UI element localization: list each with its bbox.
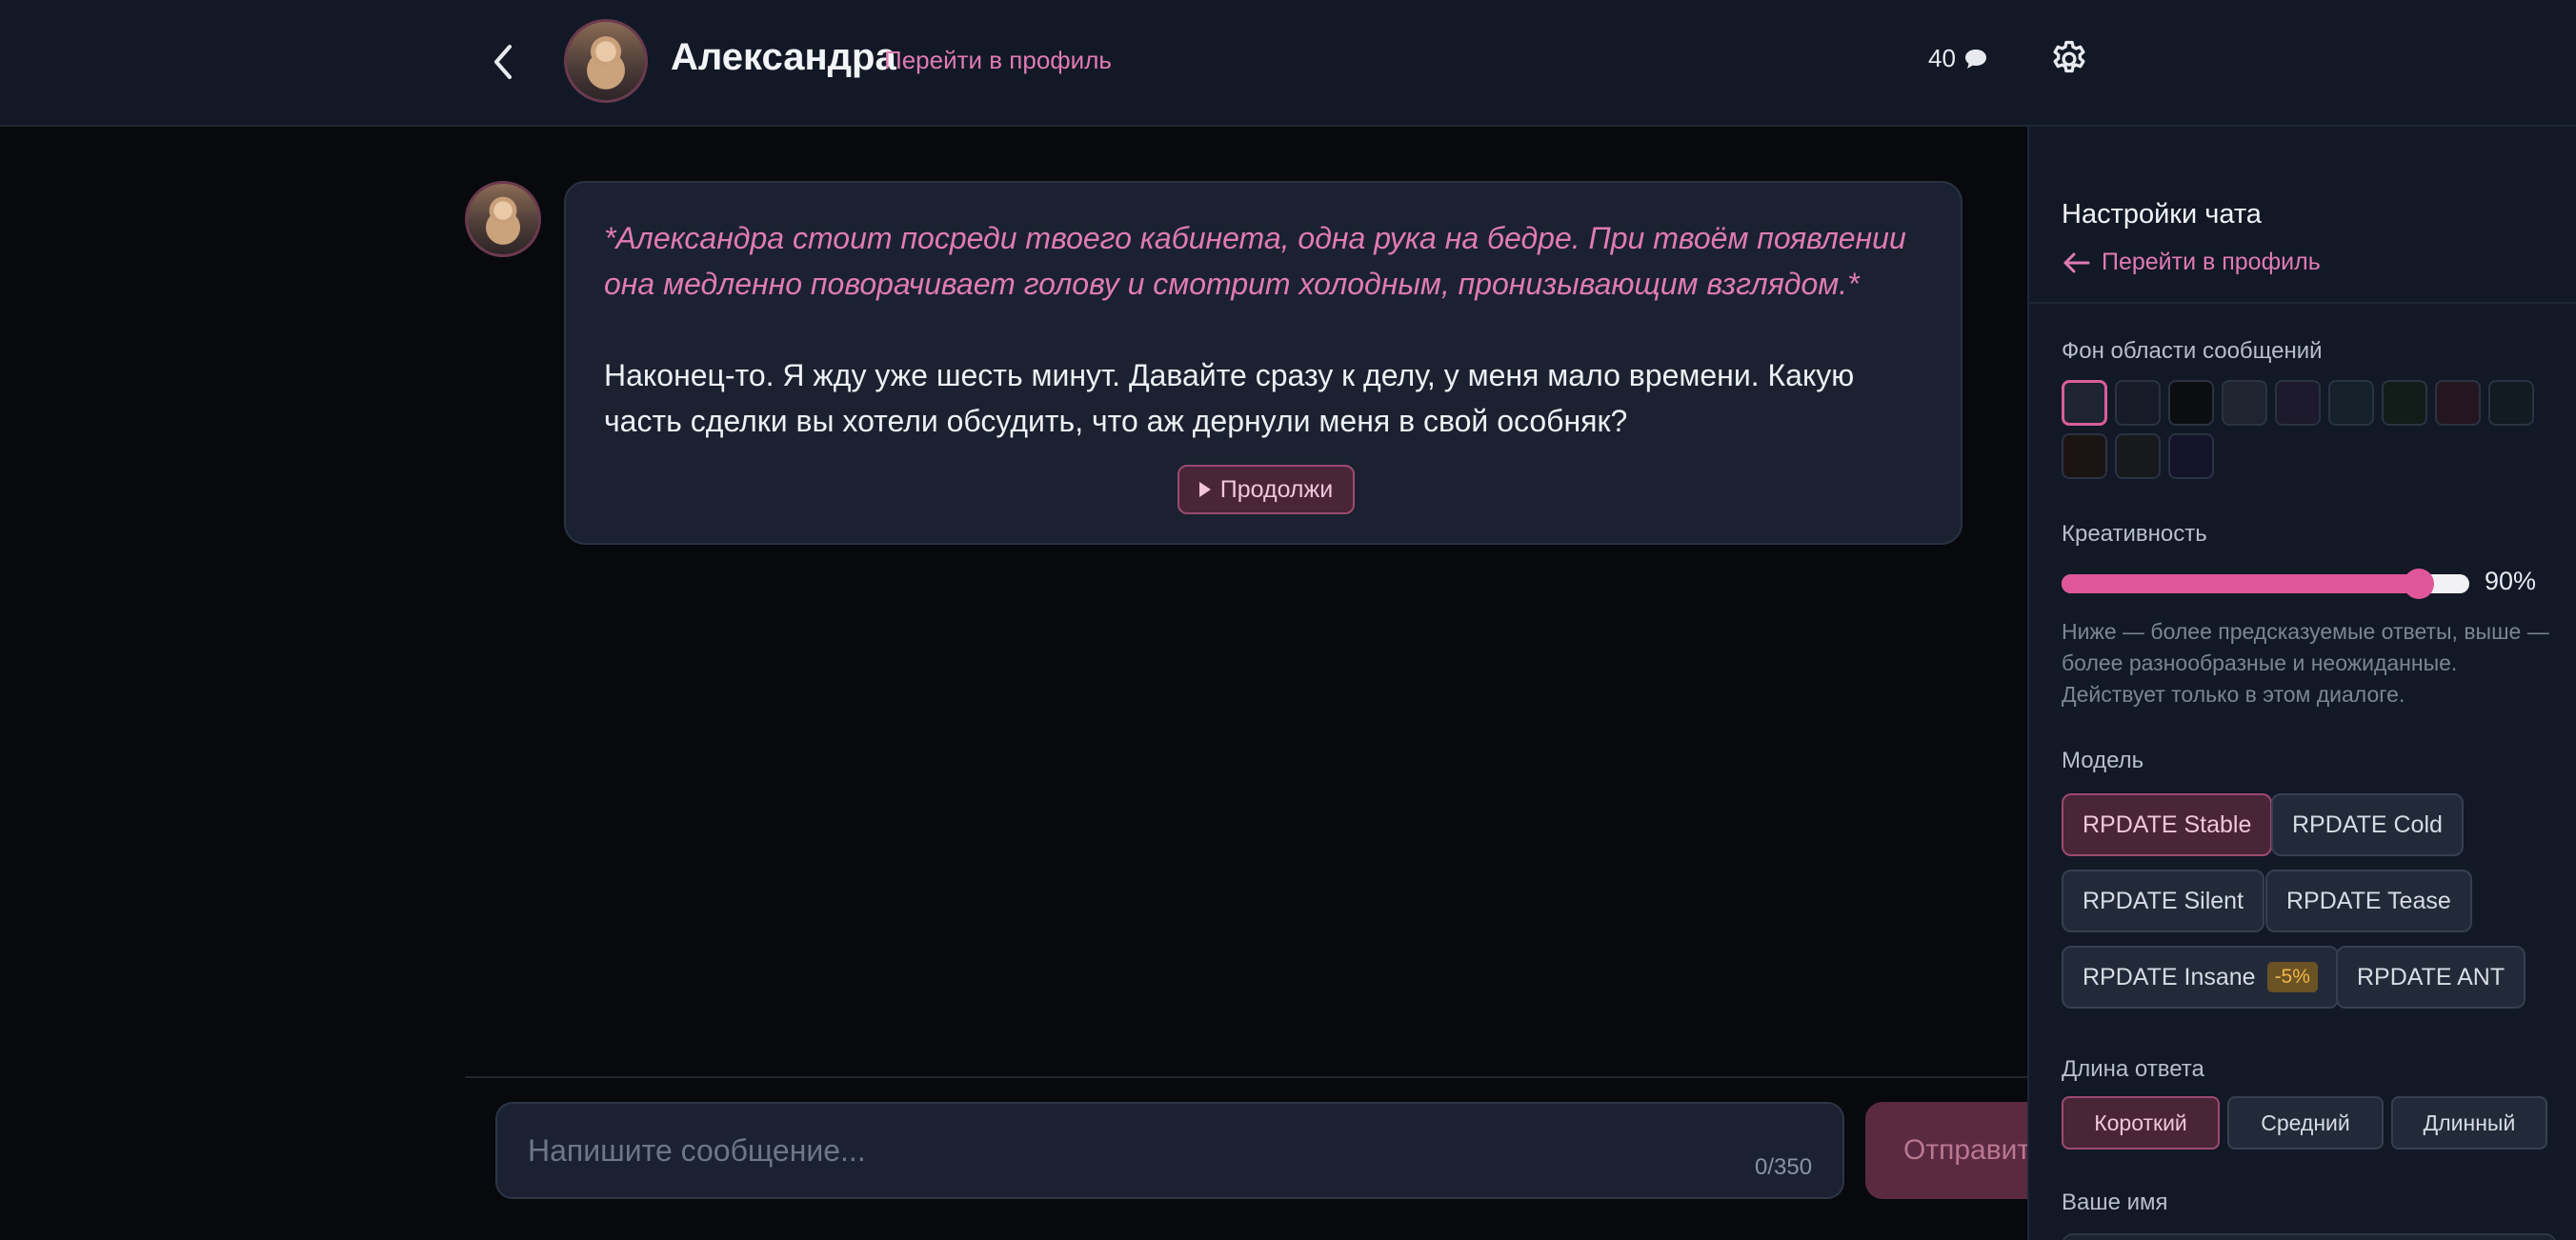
message-bubble: *Александра стоит посреди твоего кабинет… bbox=[564, 181, 1962, 545]
model-option-label: RPDATE Cold bbox=[2292, 810, 2443, 838]
model-option-insane[interactable]: RPDATE Insane -5% bbox=[2062, 946, 2339, 1009]
model-option-label: RPDATE Insane bbox=[2083, 963, 2256, 990]
arrow-left-icon bbox=[2063, 252, 2090, 272]
play-icon bbox=[1198, 482, 1211, 497]
length-option-label: Короткий bbox=[2094, 1110, 2187, 1135]
length-option-label: Средний bbox=[2261, 1110, 2350, 1135]
background-swatch[interactable] bbox=[2222, 380, 2267, 426]
chevron-left-icon bbox=[494, 45, 512, 79]
length-label: Длина ответа bbox=[2062, 1056, 2204, 1082]
profile-link[interactable]: Перейти в профиль bbox=[884, 46, 1112, 75]
background-swatch[interactable] bbox=[2115, 380, 2161, 426]
background-swatch[interactable] bbox=[2488, 380, 2534, 426]
model-option-cold[interactable]: RPDATE Cold bbox=[2271, 793, 2464, 856]
composer-divider bbox=[465, 1076, 2027, 1078]
message-text: Наконец-то. Я жду уже шесть минут. Давай… bbox=[604, 358, 1855, 438]
background-swatch[interactable] bbox=[2062, 380, 2107, 426]
creativity-slider[interactable] bbox=[2062, 569, 2469, 599]
background-swatch[interactable] bbox=[2435, 380, 2481, 426]
creativity-label: Креативность bbox=[2062, 521, 2207, 547]
length-option-label: Длинный bbox=[2423, 1110, 2516, 1135]
char-counter: 0/350 bbox=[1755, 1154, 1813, 1180]
character-name: Александра bbox=[671, 36, 896, 78]
your-name-input[interactable] bbox=[2062, 1233, 2557, 1240]
gear-icon bbox=[2053, 40, 2085, 73]
settings-title: Настройки чата bbox=[2062, 199, 2262, 230]
creativity-slider-fill bbox=[2062, 574, 2419, 593]
message-action-text: *Александра стоит посреди твоего кабинет… bbox=[604, 221, 1906, 301]
settings-profile-link[interactable]: Перейти в профиль bbox=[2062, 249, 2321, 276]
model-option-stable[interactable]: RPDATE Stable bbox=[2062, 793, 2273, 856]
background-swatch[interactable] bbox=[2062, 433, 2107, 479]
back-button[interactable] bbox=[482, 38, 524, 86]
model-option-label: RPDATE Silent bbox=[2083, 887, 2244, 914]
model-option-tease[interactable]: RPDATE Tease bbox=[2265, 870, 2472, 932]
creativity-hint: Ниже — более предсказуемые ответы, выше … bbox=[2062, 619, 2549, 707]
character-avatar[interactable] bbox=[564, 19, 648, 103]
message-count: 40 bbox=[1928, 44, 1988, 73]
model-option-ant[interactable]: RPDATE ANT bbox=[2336, 946, 2526, 1009]
model-option-label: RPDATE ANT bbox=[2357, 963, 2506, 990]
chat-bubble-icon bbox=[1964, 49, 1986, 69]
model-label: Модель bbox=[2062, 748, 2144, 773]
settings-button[interactable] bbox=[2048, 38, 2090, 80]
continue-label: Продолжи bbox=[1219, 475, 1334, 503]
settings-profile-link-label: Перейти в профиль bbox=[2102, 249, 2321, 275]
background-label: Фон области сообщений bbox=[2062, 338, 2323, 364]
background-swatch[interactable] bbox=[2168, 433, 2214, 479]
continue-button[interactable]: Продолжи bbox=[1177, 465, 1355, 514]
chat-settings-panel: Настройки чата Перейти в профиль Фон обл… bbox=[2027, 127, 2576, 1240]
length-option-long[interactable]: Длинный bbox=[2391, 1096, 2547, 1150]
creativity-value: 90% bbox=[2485, 567, 2537, 595]
model-option-label: RPDATE Stable bbox=[2083, 810, 2252, 838]
message-input[interactable] bbox=[495, 1102, 1844, 1199]
length-option-medium[interactable]: Средний bbox=[2227, 1096, 2384, 1150]
background-swatch[interactable] bbox=[2115, 433, 2161, 479]
background-swatch[interactable] bbox=[2275, 380, 2321, 426]
discount-badge: -5% bbox=[2266, 962, 2318, 992]
chat-header: Александра Перейти в профиль 40 bbox=[0, 0, 2576, 127]
background-swatch[interactable] bbox=[2382, 380, 2427, 426]
message-avatar[interactable] bbox=[465, 181, 541, 257]
model-option-silent[interactable]: RPDATE Silent bbox=[2062, 870, 2265, 932]
creativity-slider-handle[interactable] bbox=[2404, 569, 2434, 599]
background-swatch[interactable] bbox=[2168, 380, 2214, 426]
length-option-short[interactable]: Короткий bbox=[2062, 1096, 2220, 1150]
message-count-value: 40 bbox=[1928, 44, 1956, 72]
panel-divider bbox=[2029, 302, 2576, 304]
background-swatches bbox=[2062, 380, 2557, 479]
model-option-label: RPDATE Tease bbox=[2286, 887, 2451, 914]
your-name-label: Ваше имя bbox=[2062, 1190, 2168, 1215]
background-swatch[interactable] bbox=[2328, 380, 2374, 426]
